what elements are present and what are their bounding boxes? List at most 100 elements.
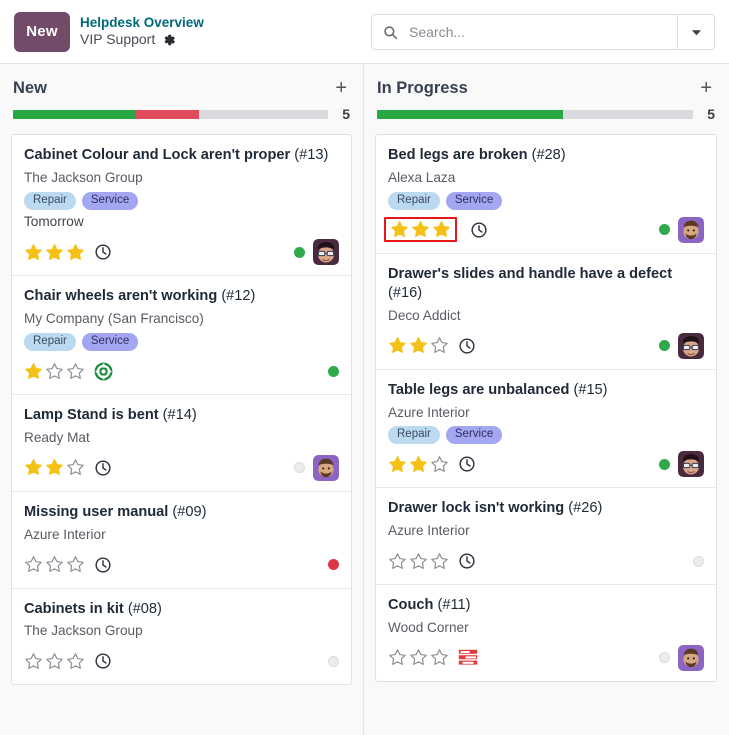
late-bars-icon[interactable] [458, 649, 478, 666]
kanban-card[interactable]: Cabinets in kit (#08) The Jackson Group [12, 589, 351, 685]
priority-stars[interactable] [388, 552, 449, 571]
star-icon[interactable] [24, 652, 43, 671]
clock-icon[interactable] [458, 337, 476, 355]
avatar[interactable] [678, 332, 704, 359]
star-icon[interactable] [430, 455, 449, 474]
clock-icon[interactable] [458, 552, 476, 570]
priority-stars[interactable] [24, 458, 85, 477]
activity-indicator[interactable] [94, 459, 112, 477]
status-dot[interactable] [328, 365, 339, 377]
kanban-card[interactable]: Table legs are unbalanced (#15) Azure Int… [376, 370, 716, 489]
star-icon[interactable] [45, 458, 64, 477]
activity-indicator[interactable] [94, 362, 113, 381]
activity-indicator[interactable] [458, 455, 476, 473]
avatar[interactable] [678, 451, 704, 478]
tag-repair[interactable]: Repair [388, 191, 440, 210]
search-field-wrap[interactable] [372, 15, 678, 49]
star-icon[interactable] [388, 648, 407, 667]
clock-icon[interactable] [458, 455, 476, 473]
star-icon[interactable] [388, 336, 407, 355]
kanban-card[interactable]: Lamp Stand is bent (#14) Ready Mat [12, 395, 351, 492]
clock-icon[interactable] [94, 652, 112, 670]
star-icon[interactable] [45, 555, 64, 574]
kanban-card[interactable]: Drawer's slides and handle have a defect… [376, 254, 716, 370]
tag-repair[interactable]: Repair [24, 332, 76, 352]
star-icon[interactable] [409, 455, 428, 474]
priority-stars[interactable] [24, 555, 85, 574]
clock-icon[interactable] [94, 459, 112, 477]
activity-indicator[interactable] [458, 337, 476, 355]
progress-bar[interactable] [377, 109, 693, 119]
status-dot[interactable] [294, 246, 305, 258]
tag-service[interactable]: Service [81, 332, 139, 352]
progress-bar[interactable] [13, 109, 328, 119]
activity-indicator[interactable] [94, 243, 112, 261]
priority-stars[interactable] [384, 217, 457, 243]
avatar[interactable] [678, 644, 704, 671]
kanban-card[interactable]: Chair wheels aren't working (#12) My Comp… [12, 276, 351, 396]
kanban-card[interactable]: Cabinet Colour and Lock aren't proper (#… [12, 135, 351, 277]
star-icon[interactable] [45, 362, 64, 381]
clock-icon[interactable] [94, 556, 112, 574]
kanban-card[interactable]: Missing user manual (#09) Azure Interior [12, 492, 351, 589]
avatar[interactable] [678, 216, 704, 243]
clock-icon[interactable] [94, 243, 112, 261]
star-icon[interactable] [409, 336, 428, 355]
tag-repair[interactable]: Repair [388, 426, 440, 445]
tag-service[interactable]: Service [81, 191, 139, 210]
status-dot[interactable] [659, 458, 670, 470]
priority-stars[interactable] [388, 336, 449, 355]
status-dot[interactable] [659, 224, 670, 236]
tag-repair[interactable]: Repair [24, 191, 76, 210]
tag-service[interactable]: Service [445, 426, 503, 445]
star-icon[interactable] [430, 648, 449, 667]
priority-stars[interactable] [24, 652, 85, 671]
star-icon[interactable] [409, 552, 428, 571]
star-icon[interactable] [66, 555, 85, 574]
status-dot[interactable] [294, 462, 305, 474]
star-icon[interactable] [24, 555, 43, 574]
tag-service[interactable]: Service [445, 191, 503, 210]
activity-indicator[interactable] [458, 552, 476, 570]
clock-icon[interactable] [470, 221, 488, 239]
search-input[interactable] [407, 23, 666, 41]
avatar[interactable] [313, 239, 339, 266]
status-dot[interactable] [328, 559, 339, 571]
status-dot[interactable] [693, 555, 704, 567]
activity-indicator[interactable] [458, 649, 478, 666]
kanban-card[interactable]: Bed legs are broken (#28) Alexa Laza Repai… [376, 135, 716, 254]
priority-stars[interactable] [388, 648, 449, 667]
star-icon[interactable] [411, 220, 430, 239]
star-icon[interactable] [388, 455, 407, 474]
priority-stars[interactable] [388, 455, 449, 474]
kanban-card[interactable]: Drawer lock isn't working (#26) Azure Int… [376, 488, 716, 586]
star-icon[interactable] [24, 243, 43, 262]
search-dropdown-toggle[interactable] [678, 15, 714, 49]
breadcrumb-parent-link[interactable]: Helpdesk Overview [80, 15, 204, 31]
star-icon[interactable] [432, 220, 451, 239]
gear-icon[interactable] [162, 33, 176, 47]
star-icon[interactable] [45, 652, 64, 671]
activity-indicator[interactable] [94, 556, 112, 574]
star-icon[interactable] [45, 243, 64, 262]
activity-indicator[interactable] [94, 652, 112, 670]
lifebuoy-icon[interactable] [94, 362, 113, 381]
status-dot[interactable] [659, 652, 670, 664]
search-bar[interactable] [371, 14, 715, 50]
add-card-button[interactable]: + [332, 78, 350, 98]
star-icon[interactable] [66, 243, 85, 262]
star-icon[interactable] [24, 362, 43, 381]
avatar[interactable] [313, 454, 339, 481]
star-icon[interactable] [388, 552, 407, 571]
star-icon[interactable] [24, 458, 43, 477]
star-icon[interactable] [430, 336, 449, 355]
star-icon[interactable] [409, 648, 428, 667]
add-card-button[interactable]: + [697, 78, 715, 98]
status-dot[interactable] [328, 655, 339, 667]
kanban-card[interactable]: Couch (#11) Wood Corner [376, 585, 716, 681]
star-icon[interactable] [430, 552, 449, 571]
star-icon[interactable] [66, 362, 85, 381]
activity-indicator[interactable] [470, 221, 488, 239]
status-dot[interactable] [659, 340, 670, 352]
priority-stars[interactable] [24, 243, 85, 262]
